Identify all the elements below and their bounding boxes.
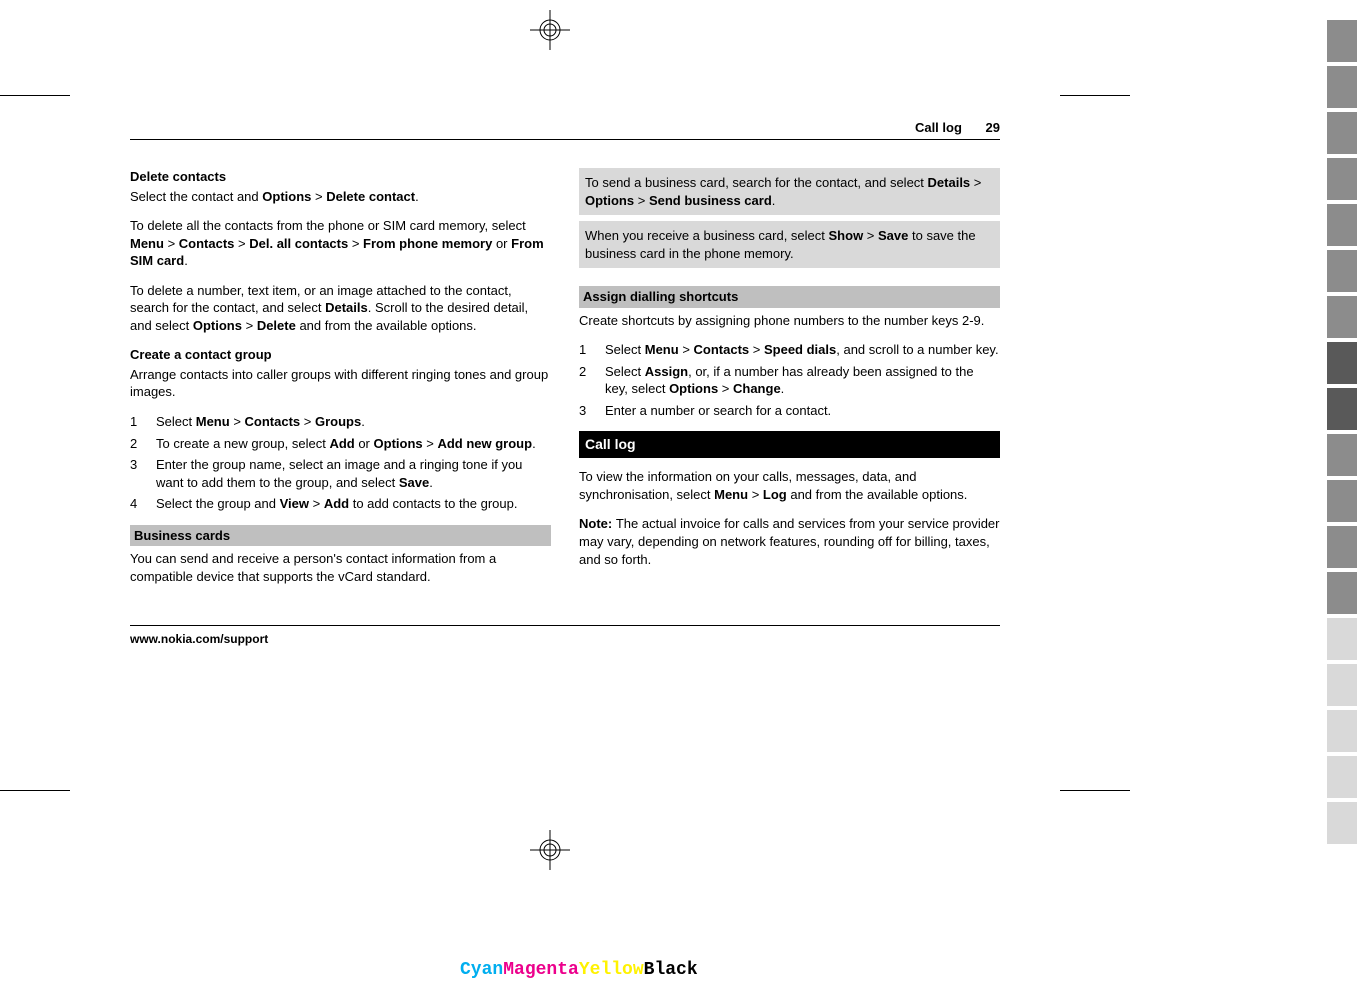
page-number: 29	[986, 120, 1000, 135]
para-note: Note: The actual invoice for calls and s…	[579, 515, 1000, 568]
para: To delete all the contacts from the phon…	[130, 217, 551, 270]
registration-mark-icon	[530, 830, 570, 870]
info-box: When you receive a business card, select…	[579, 221, 1000, 268]
footer-url: www.nokia.com/support	[130, 625, 1000, 646]
steps-create-group: Select Menu > Contacts > Groups. To crea…	[130, 413, 551, 513]
para: Arrange contacts into caller groups with…	[130, 366, 551, 401]
para: Create shortcuts by assigning phone numb…	[579, 312, 1000, 330]
list-item: Enter a number or search for a contact.	[579, 402, 1000, 420]
heading-create-group: Create a contact group	[130, 347, 272, 362]
steps-shortcuts: Select Menu > Contacts > Speed dials, an…	[579, 341, 1000, 419]
list-item: Select Menu > Contacts > Groups.	[130, 413, 551, 431]
list-item: Select the group and View > Add to add c…	[130, 495, 551, 513]
info-box: To send a business card, search for the …	[579, 168, 1000, 215]
list-item: Select Menu > Contacts > Speed dials, an…	[579, 341, 1000, 359]
section-heading-call-log: Call log	[579, 431, 1000, 458]
side-tabs	[1327, 20, 1357, 848]
page-header: Call log 29	[130, 120, 1000, 140]
para: You can send and receive a person's cont…	[130, 550, 551, 585]
list-item: Enter the group name, select an image an…	[130, 456, 551, 491]
column-left: Delete contacts Select the contact and O…	[130, 168, 551, 597]
registration-mark-icon	[530, 10, 570, 50]
subheading-assign-shortcuts: Assign dialling shortcuts	[579, 286, 1000, 308]
cmyk-label: CyanMagentaYellowBlack	[460, 960, 698, 980]
list-item: Select Assign, or, if a number has alrea…	[579, 363, 1000, 398]
document-page: Call log 29 Delete contacts Select the c…	[130, 120, 1000, 720]
column-right: To send a business card, search for the …	[579, 168, 1000, 597]
para: To delete a number, text item, or an ima…	[130, 282, 551, 335]
heading-delete-contacts: Delete contacts	[130, 169, 226, 184]
list-item: To create a new group, select Add or Opt…	[130, 435, 551, 453]
subheading-business-cards: Business cards	[130, 525, 551, 547]
para: To view the information on your calls, m…	[579, 468, 1000, 503]
para: Select the contact and Options > Delete …	[130, 188, 551, 206]
header-section: Call log	[915, 120, 962, 135]
